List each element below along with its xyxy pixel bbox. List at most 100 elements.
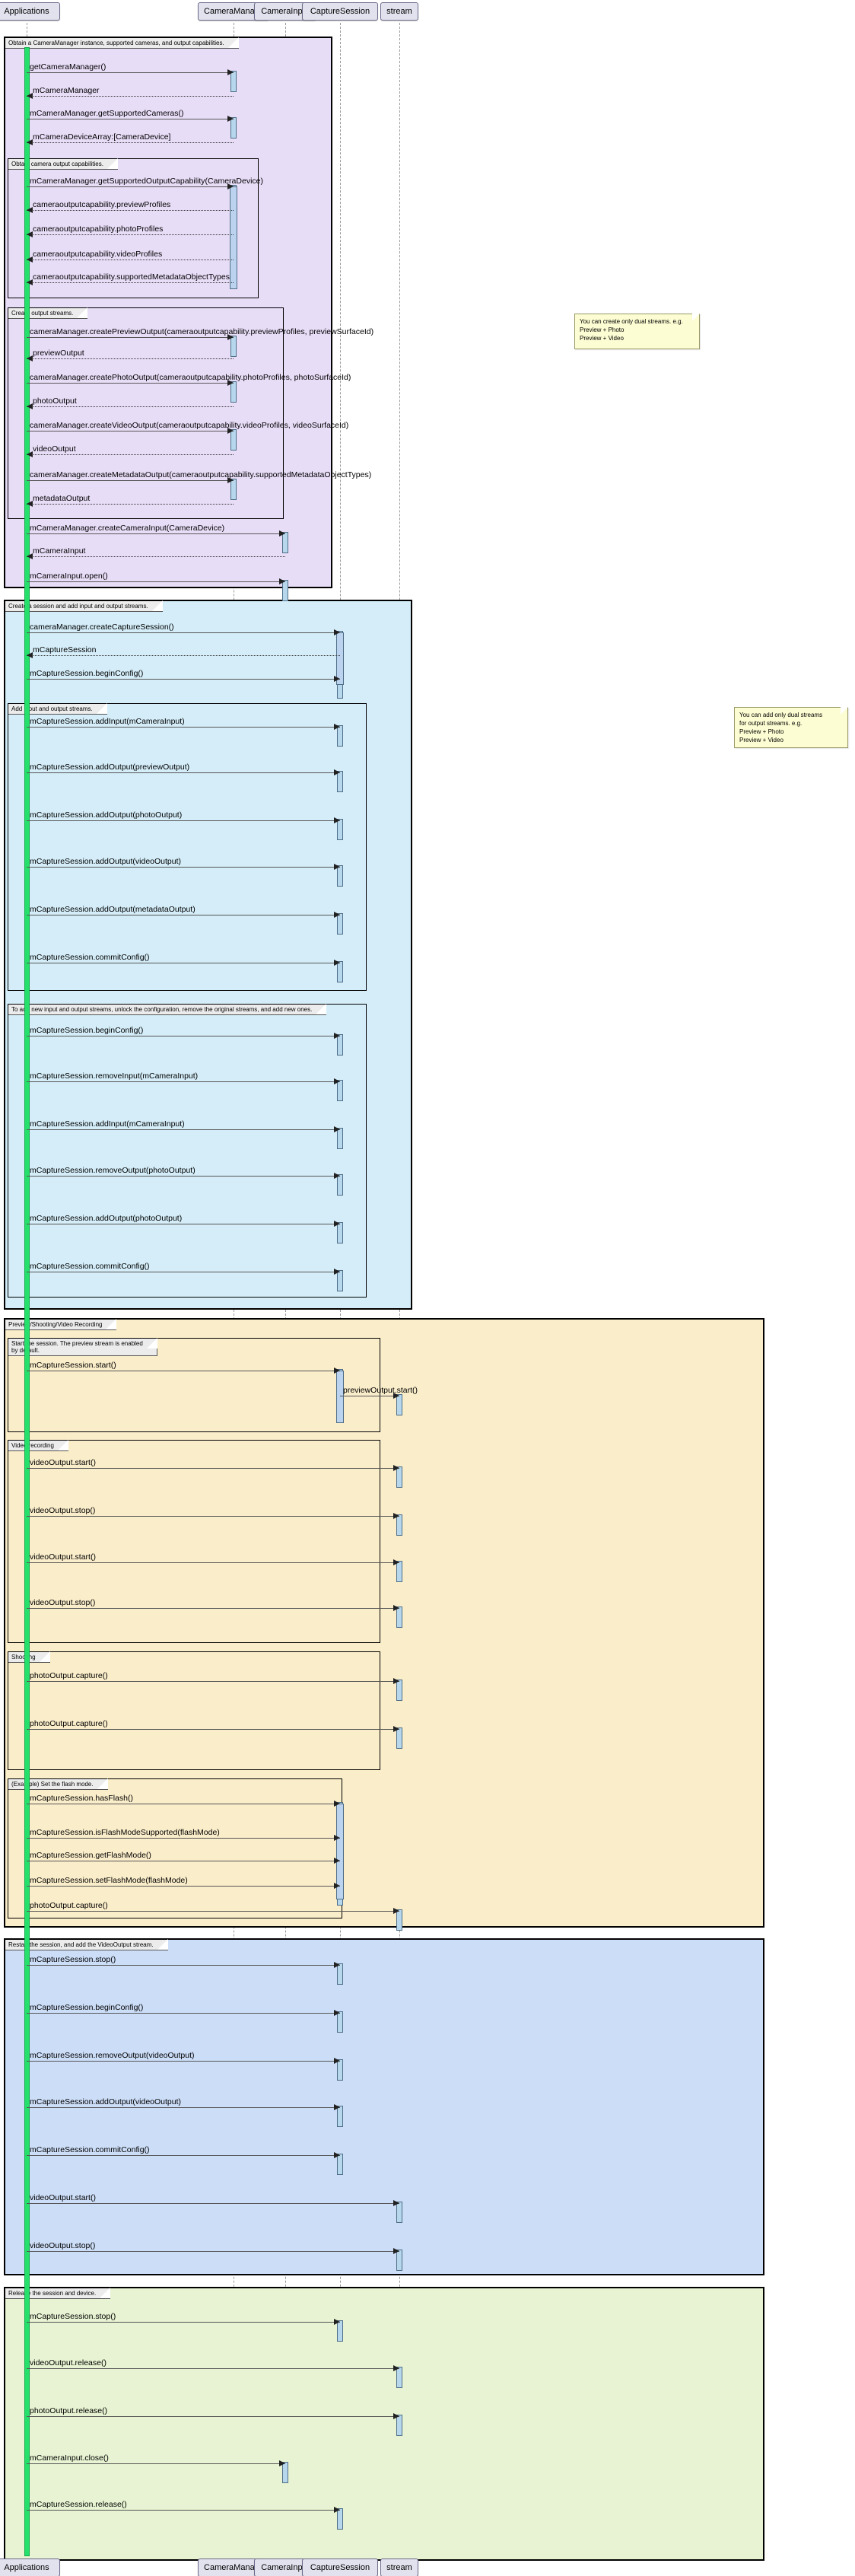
message-line-m06: [27, 210, 234, 211]
message-line-m12: [27, 383, 234, 384]
message-m47[interactable]: mCaptureSession.setFlashMode(flashMode): [27, 1876, 340, 1889]
message-m17[interactable]: metadataOutput: [27, 494, 234, 507]
message-m26[interactable]: mCaptureSession.addOutput(photoOutput): [27, 810, 340, 823]
message-m54[interactable]: videoOutput.start(): [27, 2193, 399, 2206]
message-line-m41: [27, 1608, 399, 1609]
message-m38[interactable]: videoOutput.start(): [27, 1458, 399, 1471]
message-label-m03: mCameraManager.getSupportedCameras(): [30, 109, 184, 118]
message-m24[interactable]: mCaptureSession.addInput(mCameraInput): [27, 717, 340, 730]
message-m39[interactable]: videoOutput.stop(): [27, 1506, 399, 1519]
message-m13[interactable]: photoOutput: [27, 396, 234, 409]
message-m18[interactable]: mCameraManager.createCameraInput(CameraD…: [27, 524, 285, 537]
g-release: Release the session and device.: [4, 2287, 764, 2561]
message-m33[interactable]: mCaptureSession.removeOutput(photoOutput…: [27, 1166, 340, 1179]
message-arrowhead-m06: [27, 207, 33, 213]
message-m19[interactable]: mCameraInput: [27, 546, 285, 559]
message-label-m58: photoOutput.release(): [30, 2406, 108, 2415]
message-m23[interactable]: mCaptureSession.beginConfig(): [27, 669, 340, 682]
message-label-m17: metadataOutput: [33, 494, 91, 503]
message-arrowhead-m51: [334, 2058, 340, 2064]
message-m04[interactable]: mCameraDeviceArray:[CameraDevice]: [27, 132, 234, 145]
message-arrowhead-m49: [334, 1962, 340, 1968]
message-label-m51: mCaptureSession.removeOutput(videoOutput…: [30, 2051, 195, 2060]
message-m40[interactable]: videoOutput.start(): [27, 1552, 399, 1565]
message-arrowhead-m59: [279, 2460, 285, 2466]
message-m21[interactable]: cameraManager.createCaptureSession(): [27, 623, 340, 635]
g-add-streams: Add input and output streams.: [8, 703, 367, 991]
message-m12[interactable]: cameraManager.createPhotoOutput(cameraou…: [27, 373, 351, 386]
message-label-m30: mCaptureSession.beginConfig(): [30, 1026, 144, 1035]
message-arrowhead-m27: [334, 864, 340, 870]
message-m25[interactable]: mCaptureSession.addOutput(previewOutput): [27, 763, 340, 775]
message-m49[interactable]: mCaptureSession.stop(): [27, 1955, 340, 1968]
message-arrowhead-m33: [334, 1173, 340, 1179]
message-arrowhead-m20: [279, 578, 285, 584]
g-start-session: Start the session. The preview stream is…: [8, 1338, 380, 1432]
message-m16[interactable]: cameraManager.createMetadataOutput(camer…: [27, 470, 371, 483]
actor-app-bottom[interactable]: Applications: [0, 2558, 60, 2576]
message-arrowhead-m18: [279, 530, 285, 537]
message-m59[interactable]: mCameraInput.close(): [27, 2453, 285, 2466]
message-label-m09: cameraoutputcapability.supportedMetadata…: [33, 272, 230, 282]
message-arrowhead-m39: [393, 1513, 399, 1519]
message-label-m10: cameraManager.createPreviewOutput(camera…: [30, 327, 374, 336]
message-m10[interactable]: cameraManager.createPreviewOutput(camera…: [27, 327, 373, 340]
message-m11[interactable]: previewOutput: [27, 349, 234, 361]
message-m32[interactable]: mCaptureSession.addInput(mCameraInput): [27, 1119, 340, 1132]
message-m01[interactable]: getCameraManager(): [27, 62, 234, 75]
message-arrowhead-m50: [334, 2010, 340, 2016]
message-arrowhead-m01: [227, 69, 234, 75]
message-arrowhead-m30: [334, 1033, 340, 1039]
message-m55[interactable]: videoOutput.stop(): [27, 2241, 399, 2254]
message-m31[interactable]: mCaptureSession.removeInput(mCameraInput…: [27, 1071, 340, 1084]
message-m48[interactable]: photoOutput.capture(): [27, 1901, 399, 1914]
message-m02[interactable]: mCameraManager: [27, 86, 234, 99]
message-m53[interactable]: mCaptureSession.commitConfig(): [27, 2145, 340, 2158]
message-arrowhead-m54: [393, 2200, 399, 2206]
message-line-m42: [27, 1681, 399, 1682]
message-m43[interactable]: photoOutput.capture(): [27, 1719, 399, 1732]
message-m42[interactable]: photoOutput.capture(): [27, 1671, 399, 1684]
message-label-m20: mCameraInput.open(): [30, 572, 108, 581]
message-m57[interactable]: videoOutput.release(): [27, 2358, 399, 2371]
message-line-m58: [27, 2416, 399, 2417]
message-m56[interactable]: mCaptureSession.stop(): [27, 2312, 340, 2325]
message-m15[interactable]: videoOutput: [27, 444, 234, 457]
actor-stream-top[interactable]: stream: [380, 2, 418, 21]
sequence-diagram-canvas: Applications CameraManager CameraInput Capt…: [0, 0, 855, 2576]
message-arrowhead-m38: [393, 1465, 399, 1471]
message-line-m54: [27, 2203, 399, 2204]
message-line-m19: [27, 556, 285, 557]
message-arrowhead-m24: [334, 724, 340, 730]
message-m09[interactable]: cameraoutputcapability.supportedMetadata…: [27, 272, 234, 285]
message-m06[interactable]: cameraoutputcapability.previewProfiles: [27, 200, 234, 213]
message-m60[interactable]: mCaptureSession.release(): [27, 2500, 340, 2513]
message-m51[interactable]: mCaptureSession.removeOutput(videoOutput…: [27, 2051, 340, 2064]
message-line-m09: [27, 282, 234, 283]
message-m20[interactable]: mCameraInput.open(): [27, 572, 285, 584]
actor-app-top[interactable]: Applications: [0, 2, 60, 21]
message-m52[interactable]: mCaptureSession.addOutput(videoOutput): [27, 2097, 340, 2110]
actor-session-bottom[interactable]: CaptureSession: [301, 2558, 379, 2576]
message-m58[interactable]: photoOutput.release(): [27, 2406, 399, 2419]
message-label-m57: videoOutput.release(): [30, 2358, 106, 2367]
message-m07[interactable]: cameraoutputcapability.photoProfiles: [27, 224, 234, 237]
actor-session-top[interactable]: CaptureSession: [301, 2, 379, 21]
message-arrowhead-m11: [27, 355, 33, 361]
message-label-m26: mCaptureSession.addOutput(photoOutput): [30, 810, 183, 820]
message-m45[interactable]: mCaptureSession.isFlashModeSupported(fla…: [27, 1828, 340, 1841]
message-m50[interactable]: mCaptureSession.beginConfig(): [27, 2003, 340, 2016]
message-arrowhead-m25: [334, 769, 340, 775]
message-line-m52: [27, 2107, 340, 2108]
message-label-m05: mCameraManager.getSupportedOutputCapabil…: [30, 177, 263, 186]
actor-stream-bottom[interactable]: stream: [380, 2558, 418, 2576]
message-arrowhead-m58: [393, 2413, 399, 2419]
message-label-m16: cameraManager.createMetadataOutput(camer…: [30, 470, 372, 479]
message-line-m10: [27, 337, 234, 338]
g-create-outputs-label: Create output streams.: [8, 307, 88, 319]
message-arrowhead-m07: [27, 231, 33, 237]
message-m22[interactable]: mCaptureSession: [27, 645, 340, 658]
message-m05[interactable]: mCameraManager.getSupportedOutputCapabil…: [27, 177, 263, 189]
message-m41[interactable]: videoOutput.stop(): [27, 1598, 399, 1611]
message-m27[interactable]: mCaptureSession.addOutput(videoOutput): [27, 857, 340, 870]
